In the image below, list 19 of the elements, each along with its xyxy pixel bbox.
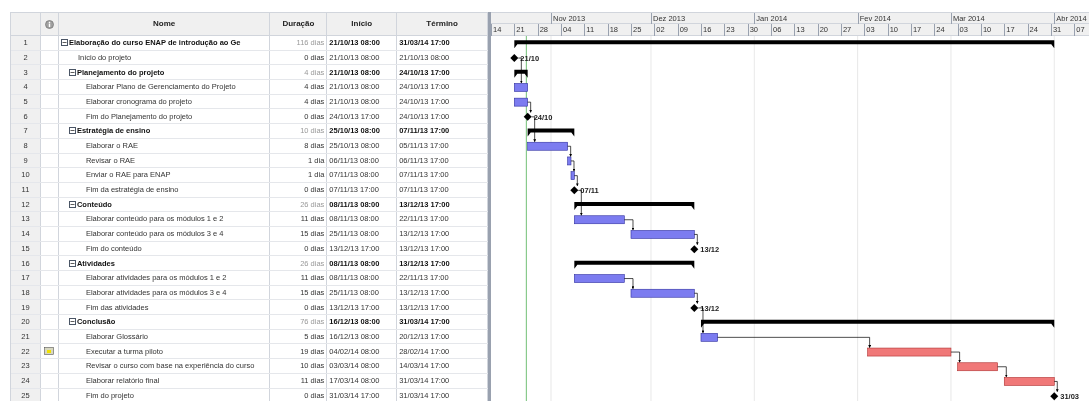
- column-header[interactable]: Nome: [58, 13, 271, 35]
- milestone-diamond: [1050, 392, 1059, 401]
- milestone-diamond: [510, 54, 519, 63]
- note-icon[interactable]: [44, 347, 55, 356]
- collapse-toggle[interactable]: [68, 200, 76, 208]
- summary-bar: [514, 69, 528, 78]
- collapse-toggle[interactable]: [68, 318, 76, 326]
- collapse-toggle[interactable]: [68, 259, 76, 267]
- collapse-toggle[interactable]: [68, 68, 76, 76]
- indicator-column-icon: [44, 19, 54, 29]
- milestone-diamond: [690, 245, 699, 254]
- milestone-diamond: [523, 112, 532, 121]
- milestone-diamond: [570, 186, 579, 195]
- collapse-toggle[interactable]: [68, 127, 76, 135]
- collapse-toggle[interactable]: [60, 39, 68, 47]
- column-header[interactable]: Início: [327, 13, 398, 35]
- milestone-diamond: [690, 303, 699, 312]
- summary-bar: [527, 128, 575, 137]
- column-header[interactable]: Duração: [270, 13, 328, 35]
